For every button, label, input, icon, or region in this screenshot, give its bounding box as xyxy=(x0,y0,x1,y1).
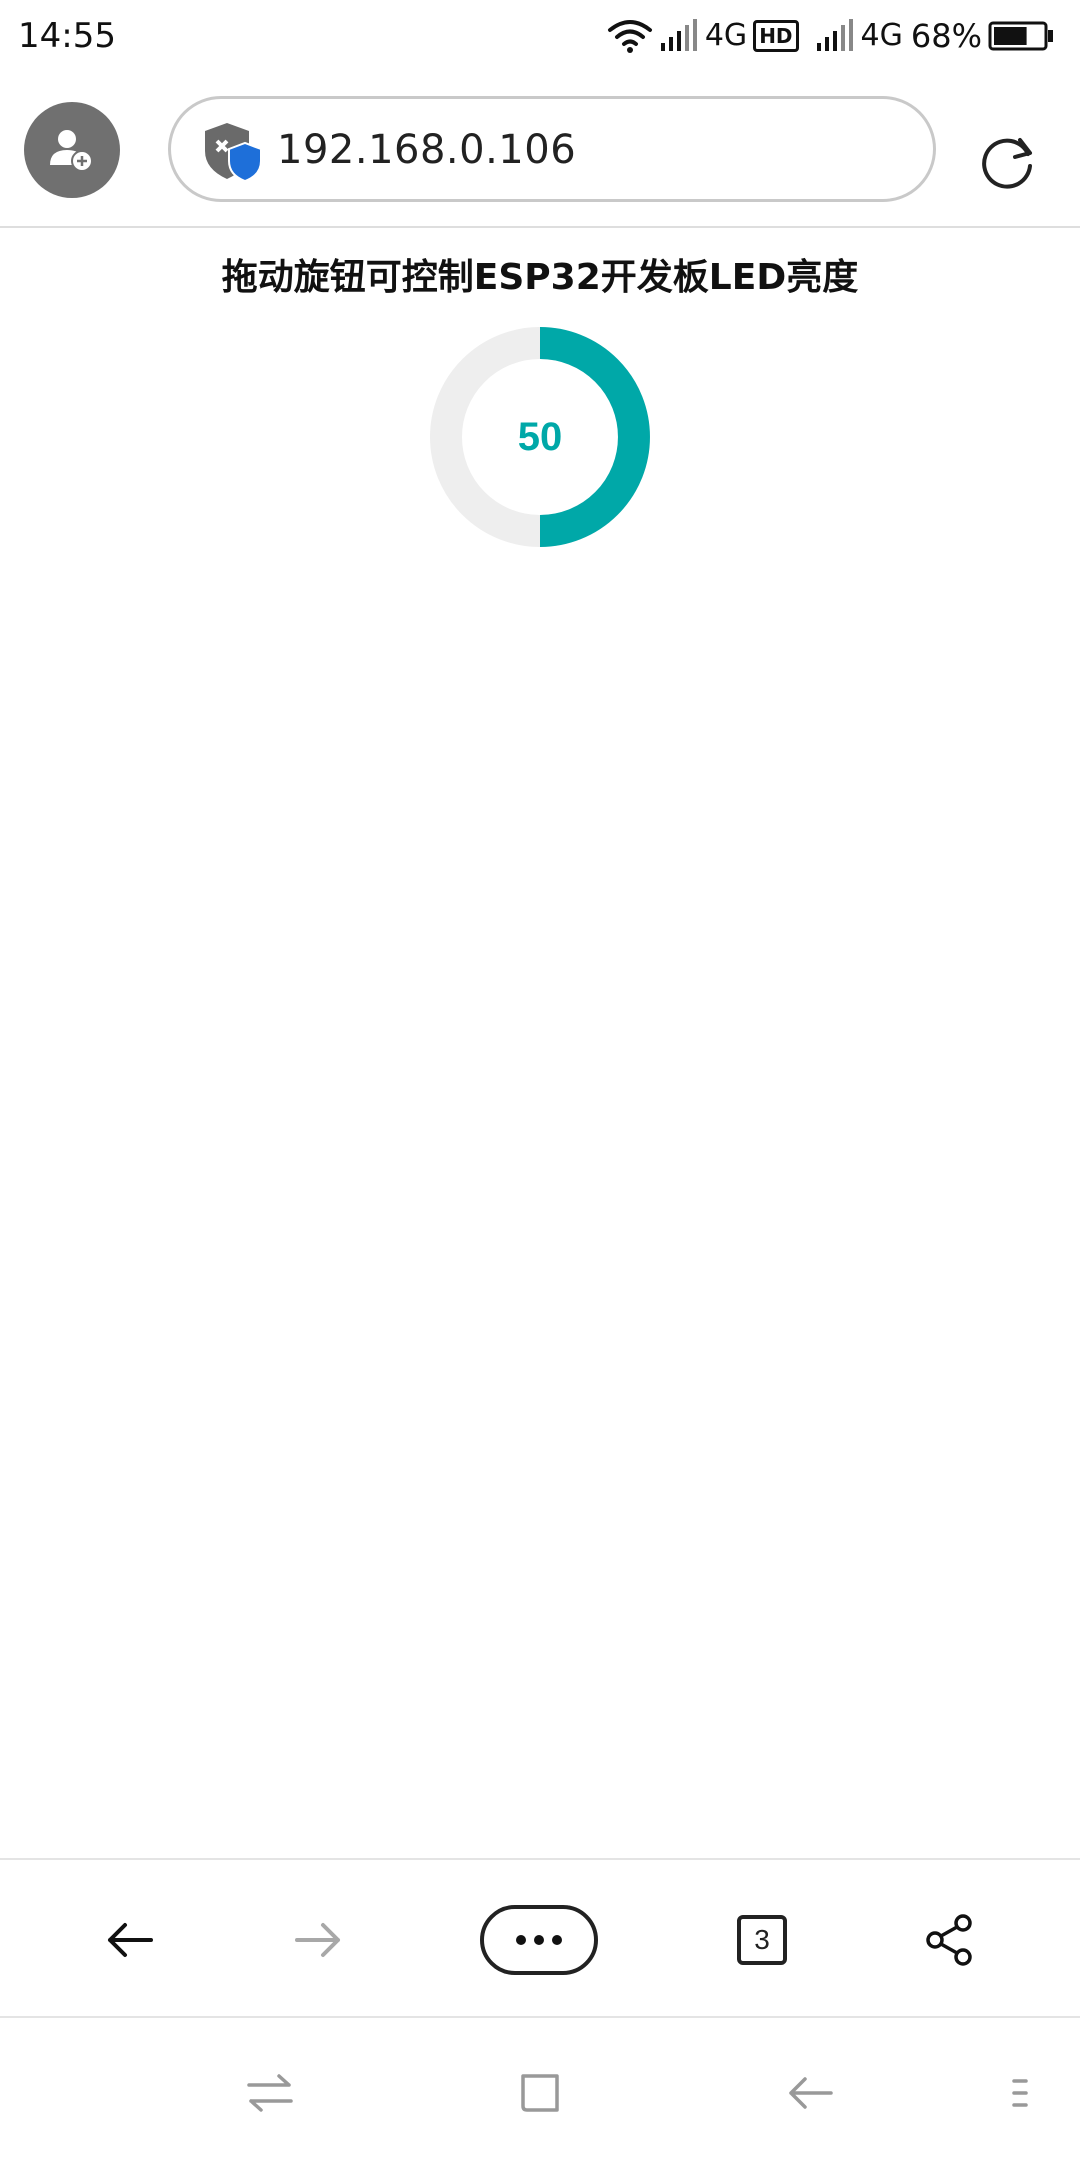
system-back-button[interactable] xyxy=(775,2058,845,2128)
sim2-network-type: 4G xyxy=(860,18,903,53)
status-indicators: 4G HD 4G 68% xyxy=(607,12,1054,60)
more-menu-button[interactable] xyxy=(480,1905,598,1975)
home-button[interactable] xyxy=(505,2058,575,2128)
brightness-knob[interactable]: 50 xyxy=(429,326,651,548)
tabs-icon: 3 xyxy=(737,1915,787,1965)
signal-icon xyxy=(659,19,699,53)
wifi-icon xyxy=(607,18,653,54)
url-text[interactable]: 192.168.0.106 xyxy=(277,126,576,174)
tabs-button[interactable]: 3 xyxy=(722,1900,802,1980)
forward-arrow-icon xyxy=(295,1923,340,1957)
reload-button[interactable] xyxy=(970,124,1046,200)
share-button[interactable] xyxy=(910,1900,990,1980)
status-time: 14:55 xyxy=(18,16,116,56)
reload-icon xyxy=(982,138,1032,189)
switch-apps-icon xyxy=(247,2074,293,2112)
browser-toolbar: 192.168.0.106 xyxy=(0,72,1080,228)
sim1-network-type: 4G xyxy=(704,18,748,53)
switch-apps-button[interactable] xyxy=(235,2058,305,2128)
back-button[interactable] xyxy=(90,1900,170,1980)
hd-badge: HD xyxy=(753,20,799,52)
knob-value: 50 xyxy=(517,414,563,459)
address-bar[interactable]: 192.168.0.106 xyxy=(168,96,936,202)
battery-percent: 68% xyxy=(910,17,982,55)
browser-bottom-toolbar: 3 xyxy=(0,1858,1080,2018)
menu-icon xyxy=(1012,2079,1028,2107)
home-square-icon xyxy=(521,2074,559,2112)
add-profile-button[interactable] xyxy=(24,102,120,198)
status-bar: 14:55 4G HD 4G 68% xyxy=(0,0,1080,72)
system-menu-button[interactable] xyxy=(1000,2058,1040,2128)
back-arrow-icon xyxy=(108,1923,153,1957)
battery-icon xyxy=(988,21,1054,51)
add-profile-icon xyxy=(50,130,93,172)
signal-icon xyxy=(815,19,855,53)
back-icon xyxy=(789,2077,833,2109)
forward-button[interactable] xyxy=(278,1900,358,1980)
security-shield-icon[interactable] xyxy=(201,121,263,183)
system-nav-bar xyxy=(0,2018,1080,2160)
share-icon xyxy=(926,1914,972,1966)
page-title: 拖动旋钮可控制ESP32开发板LED亮度 xyxy=(221,257,859,298)
more-dots-icon xyxy=(516,1935,562,1945)
